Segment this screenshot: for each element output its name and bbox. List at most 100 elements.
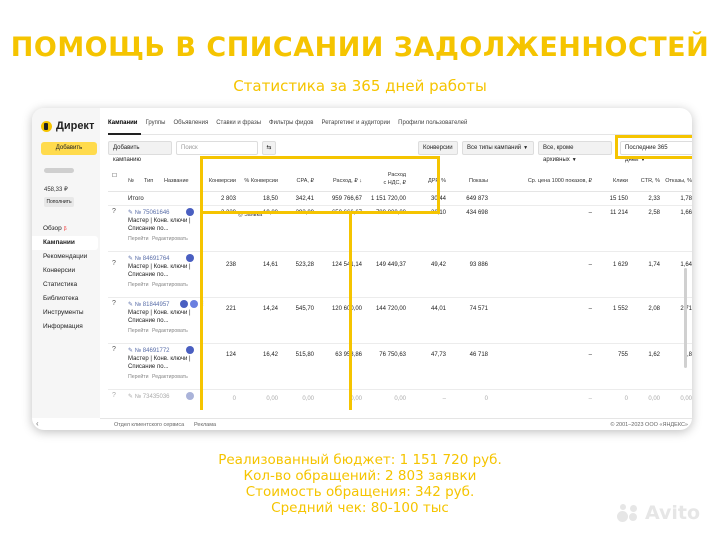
sidebar-item-conversions[interactable]: Конверсии <box>32 264 100 278</box>
logo-text: Директ <box>56 120 95 132</box>
cell-drr: 49,42 <box>430 262 446 268</box>
chevron-left-icon[interactable]: ‹ <box>36 419 39 428</box>
campaign-id[interactable]: ✎ № 73435036 <box>128 393 170 400</box>
cell-impressions: 46 718 <box>469 352 488 358</box>
edit-pencil-icon: ✎ <box>128 348 135 354</box>
help-icon[interactable]: ? <box>112 392 116 399</box>
filter-settings-icon[interactable]: ⇆ <box>262 141 276 155</box>
campaign-name-cont: Списание по... <box>128 226 169 232</box>
col-bounce[interactable]: Отказы, % <box>662 178 692 184</box>
tabs: Кампании Группы Объявления Ставки и фраз… <box>108 120 467 126</box>
campaign-id[interactable]: ✎ № 81844957 <box>128 301 170 308</box>
tab-feed-filters[interactable]: Фильтры фидов <box>269 120 313 126</box>
go-link[interactable]: Перейти <box>128 236 149 242</box>
account-id-blurred <box>44 168 74 173</box>
help-icon[interactable]: ? <box>112 300 116 307</box>
help-icon[interactable]: ? <box>112 260 116 267</box>
help-icon[interactable]: ? <box>112 208 116 215</box>
summary-requests: Кол-во обращений: 2 803 заявки <box>243 468 477 484</box>
tab-divider <box>108 134 692 135</box>
conversions-highlight <box>200 156 440 214</box>
campaign-name-cont: Списание по... <box>128 272 169 278</box>
total-bounce: 1,78 <box>680 196 692 202</box>
archive-filter-select[interactable]: Все, кроме архивных ▼ <box>538 141 612 163</box>
footer-support-link[interactable]: Отдел клиентского сервиса <box>114 422 184 428</box>
sidebar-item-overview[interactable]: Обзор β <box>32 222 100 236</box>
status-badges <box>186 346 194 354</box>
summary-budget: Реализованный бюджет: 1 151 720 руб. <box>218 452 502 468</box>
conversions-button[interactable]: Конверсии <box>418 141 458 155</box>
avito-watermark: Avito <box>617 502 700 524</box>
toolbar: Добавить кампанию Поиск ⇆ Конверсии Все … <box>108 141 692 163</box>
status-badges <box>180 300 198 308</box>
campaign-name[interactable]: Мастер | Конв. ключи | <box>128 310 191 316</box>
go-link[interactable]: Перейти <box>128 374 149 380</box>
go-link[interactable]: Перейти <box>128 328 149 334</box>
logo[interactable]: Директ <box>41 120 94 132</box>
go-link[interactable]: Перейти <box>128 282 149 288</box>
cell-clicks: 755 <box>617 352 628 358</box>
tab-groups[interactable]: Группы <box>145 120 165 126</box>
sidebar-menu: Обзор β Кампании Рекомендации Конверсии С… <box>32 222 100 334</box>
col-clicks[interactable]: Клики <box>598 178 628 184</box>
edit-link[interactable]: Редактировать <box>152 236 188 242</box>
active-tab-underline <box>108 133 141 135</box>
add-campaign-button[interactable]: Добавить кампанию <box>108 141 172 163</box>
campaign-id[interactable]: ✎ № 84691772 <box>128 347 170 354</box>
table-row[interactable]: ? ✎ № 81844957 ⋮ Мастер | Конв. ключи | … <box>108 298 692 344</box>
cell-spend-vat: 144 720,00 <box>375 306 406 312</box>
col-impressions[interactable]: Показы <box>458 178 488 184</box>
campaign-id-text: № 75061646 <box>134 210 170 216</box>
cell-clicks: 0 <box>624 396 628 402</box>
col-type[interactable]: Тип <box>144 178 153 184</box>
campaign-name[interactable]: Мастер | Конв. ключи | <box>128 218 191 224</box>
cell-ctr: 1,62 <box>648 352 660 358</box>
edit-link[interactable]: Редактировать <box>152 374 188 380</box>
col-ctr[interactable]: CTR, % <box>632 178 660 184</box>
select-all-checkbox[interactable]: ☐ <box>112 173 117 179</box>
tab-ads[interactable]: Объявления <box>173 120 208 126</box>
edit-link[interactable]: Редактировать <box>152 282 188 288</box>
sidebar-item-campaigns[interactable]: Кампании <box>32 236 98 250</box>
sidebar-item-tools[interactable]: Инструменты <box>32 306 100 320</box>
campaign-name[interactable]: Мастер | Конв. ключи | <box>128 356 191 362</box>
tab-campaigns[interactable]: Кампании <box>108 120 137 126</box>
cell-impressions: 434 698 <box>466 210 488 216</box>
tab-profiles[interactable]: Профили пользователей <box>398 120 467 126</box>
cell-avg-cpm: – <box>588 306 592 312</box>
footer-ads-link[interactable]: Реклама <box>194 422 216 428</box>
cell-avg-cpm: – <box>588 352 592 358</box>
campaign-name[interactable]: Мастер | Конв. ключи | <box>128 264 191 270</box>
sidebar-item-library[interactable]: Библиотека <box>32 292 100 306</box>
campaign-id[interactable]: ✎ № 84691764 <box>128 255 170 262</box>
period-highlight <box>615 135 692 159</box>
sidebar: Директ Добавить 458,33 ₽ Пополнить Обзор… <box>32 108 100 418</box>
campaign-id-text: № 84691772 <box>134 348 170 354</box>
search-input[interactable]: Поиск <box>176 141 258 155</box>
col-name[interactable]: Название <box>164 178 189 184</box>
subheadline: Статистика за 365 дней работы <box>233 77 487 95</box>
table-row[interactable]: ? ✎ № 73435036 0 0,00 0,00 0,00 0,00 – 0… <box>108 390 692 418</box>
headline: ПОМОЩЬ В СПИСАНИИ ЗАДОЛЖЕННОСТЕЙ <box>10 32 710 63</box>
col-avg-cpm[interactable]: Ср. цена 1000 показов, ₽ <box>500 178 592 184</box>
sidebar-item-recommendations[interactable]: Рекомендации <box>32 250 100 264</box>
edit-link[interactable]: Редактировать <box>152 328 188 334</box>
topup-button[interactable]: Пополнить <box>44 197 74 207</box>
help-icon[interactable]: ? <box>112 346 116 353</box>
table-row[interactable]: ? ✎ № 84691772 ⋮ Мастер | Конв. ключи | … <box>108 344 692 390</box>
campaign-types-select[interactable]: Все типы кампаний ▼ <box>462 141 534 155</box>
sidebar-item-info[interactable]: Информация <box>32 320 100 334</box>
cell-spend-vat: 149 449,37 <box>375 262 406 268</box>
tab-retargeting[interactable]: Ретаргетинг и аудитории <box>321 120 390 126</box>
scrollbar[interactable] <box>684 268 687 368</box>
cell-clicks: 11 214 <box>610 210 628 216</box>
sidebar-item-statistics[interactable]: Статистика <box>32 278 100 292</box>
campaign-types-value: Все типы кампаний <box>467 145 522 151</box>
tab-bids[interactable]: Ставки и фразы <box>216 120 261 126</box>
col-no[interactable]: № <box>128 178 134 184</box>
campaign-id[interactable]: ✎ № 75061646 <box>128 209 170 216</box>
campaign-name-cont: Списание по... <box>128 318 169 324</box>
table-row[interactable]: ? ✎ № 84691764 ⋮ Мастер | Конв. ключи | … <box>108 252 692 298</box>
add-button[interactable]: Добавить <box>41 142 97 155</box>
cell-ctr: 0,00 <box>648 396 660 402</box>
